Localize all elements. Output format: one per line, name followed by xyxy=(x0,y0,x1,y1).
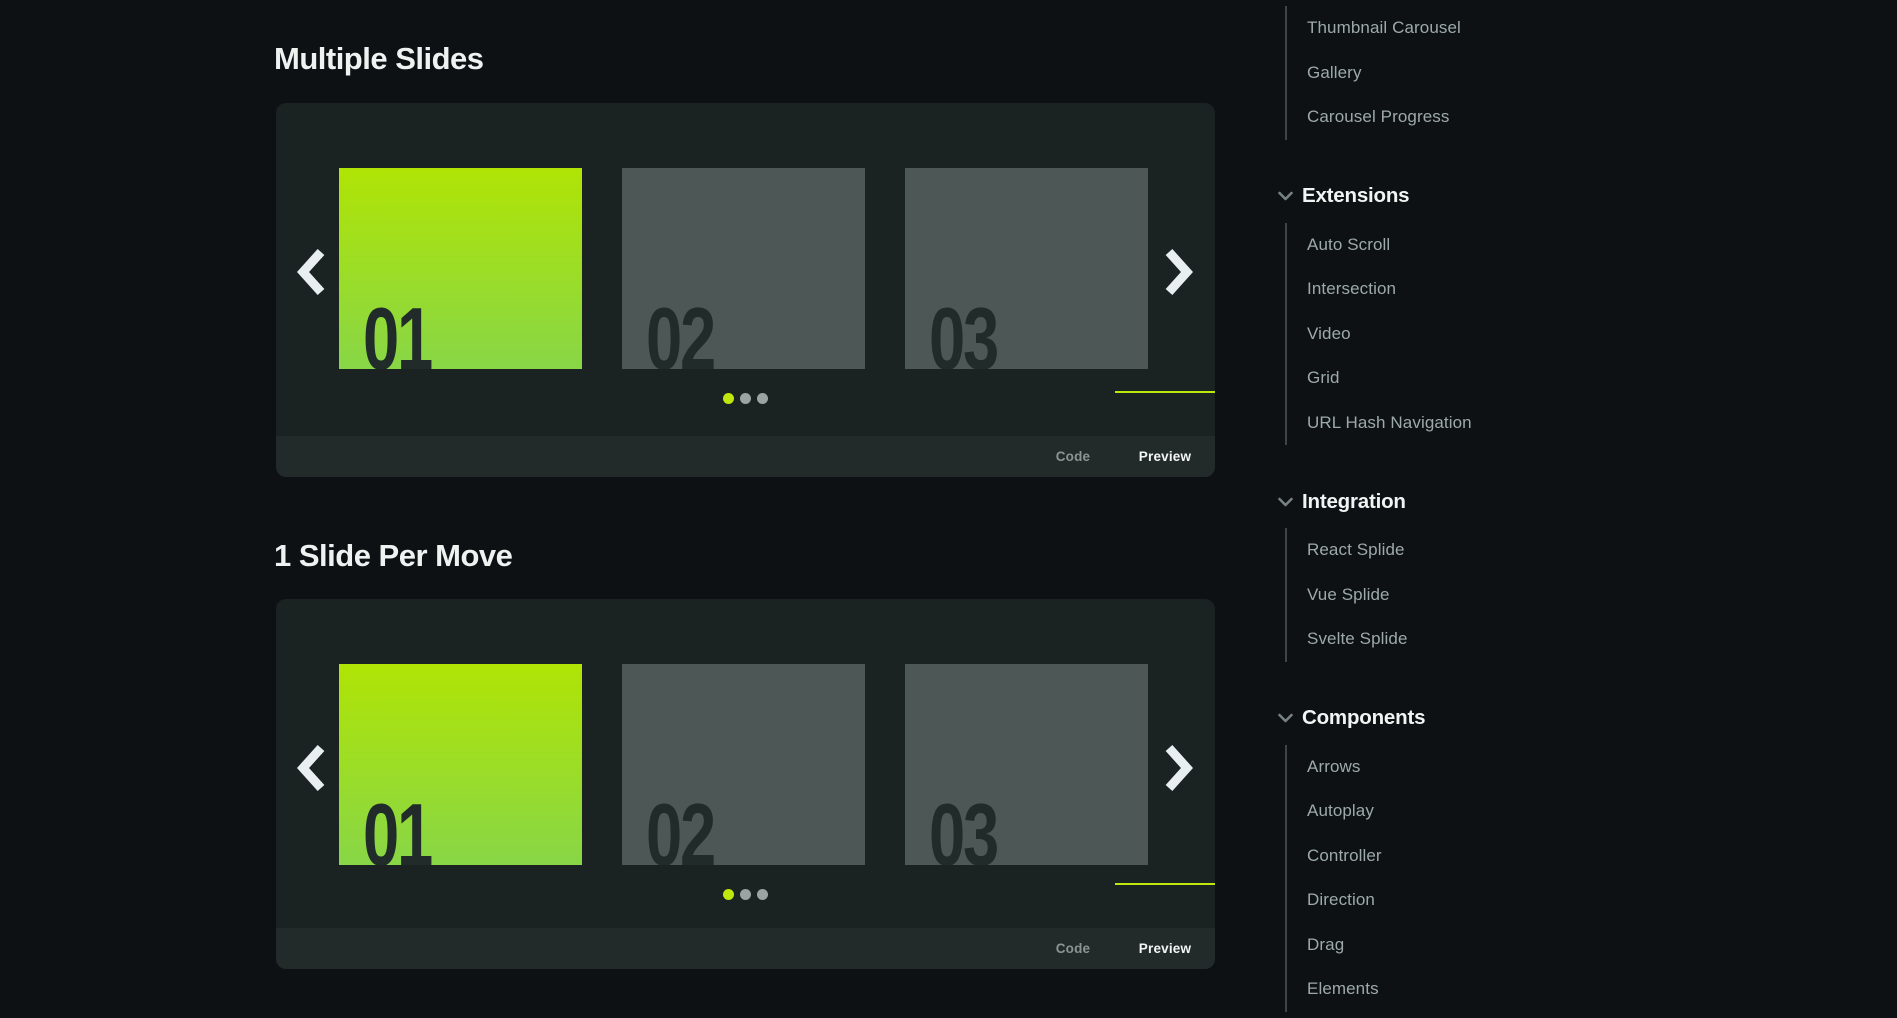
chevron-down-icon xyxy=(1278,191,1293,201)
sidebar-item-svelte-splide[interactable]: Svelte Splide xyxy=(1307,629,1408,649)
sidebar-item-react-splide[interactable]: React Splide xyxy=(1307,540,1405,560)
slide-number: 01 xyxy=(363,295,431,369)
list-item: Autoplay xyxy=(1307,789,1690,834)
list-item: Svelte Splide xyxy=(1307,617,1690,662)
sidebar-item-thumbnail-carousel[interactable]: Thumbnail Carousel xyxy=(1307,18,1461,38)
pagination-dot-2[interactable] xyxy=(740,889,751,900)
sidebar-list-extensions: Auto Scroll Intersection Video Grid URL … xyxy=(1285,223,1690,446)
sidebar-item-elements[interactable]: Elements xyxy=(1307,979,1379,999)
list-item: Elements xyxy=(1307,967,1690,1012)
splide-docs-page: Multiple Slides 01 02 03 xyxy=(0,0,1897,1018)
sidebar-item-drag[interactable]: Drag xyxy=(1307,935,1344,955)
pagination-dot-2[interactable] xyxy=(740,393,751,404)
sidebar-item-auto-scroll[interactable]: Auto Scroll xyxy=(1307,235,1390,255)
list-item: Drag xyxy=(1307,923,1690,968)
code-preview-tabbar: Code Preview xyxy=(276,928,1215,969)
sidebar-section-heading-extensions[interactable]: Extensions xyxy=(1270,174,1690,219)
demo-title-multiple-slides: Multiple Slides xyxy=(274,42,484,76)
carousel-slide-2[interactable]: 02 xyxy=(622,664,865,865)
sidebar-item-video[interactable]: Video xyxy=(1307,324,1351,344)
sidebar-item-vue-splide[interactable]: Vue Splide xyxy=(1307,585,1390,605)
sidebar-section-integration: Integration React Splide Vue Splide Svel… xyxy=(1270,479,1690,662)
chevron-left-icon xyxy=(297,249,325,295)
carousel-pagination xyxy=(276,889,1215,900)
chevron-left-icon xyxy=(297,745,325,791)
carousel-pagination xyxy=(276,393,1215,404)
list-item: Arrows xyxy=(1307,745,1690,790)
sidebar-section-heading-integration[interactable]: Integration xyxy=(1270,479,1690,524)
demo-title-one-slide-per-move: 1 Slide Per Move xyxy=(274,539,512,573)
active-tab-indicator xyxy=(1115,883,1215,885)
carousel-next-button[interactable] xyxy=(1165,249,1193,295)
carousel-stage: 01 02 03 xyxy=(276,599,1215,928)
carousel-slide-3[interactable]: 03 xyxy=(905,664,1148,865)
carousel-slide-1[interactable]: 01 xyxy=(339,168,582,369)
sidebar-item-arrows[interactable]: Arrows xyxy=(1307,757,1361,777)
slide-number: 01 xyxy=(363,791,431,865)
slide-number: 02 xyxy=(646,791,714,865)
section-title: Integration xyxy=(1302,490,1406,514)
carousel-slide-2[interactable]: 02 xyxy=(622,168,865,369)
active-tab-indicator xyxy=(1115,391,1215,393)
code-preview-tabbar: Code Preview xyxy=(276,436,1215,477)
chevron-down-icon xyxy=(1278,713,1293,723)
list-item: Thumbnail Carousel xyxy=(1307,6,1690,51)
carousel-track: 01 02 03 xyxy=(339,168,1148,369)
sidebar-item-intersection[interactable]: Intersection xyxy=(1307,279,1396,299)
demo-panel-multiple-slides: 01 02 03 Code xyxy=(276,103,1215,477)
list-item: Direction xyxy=(1307,878,1690,923)
chevron-right-icon xyxy=(1165,745,1193,791)
sidebar-list-components: Arrows Autoplay Controller Direction Dra… xyxy=(1285,745,1690,1012)
carousel-track: 01 02 03 xyxy=(339,664,1148,865)
list-item: Vue Splide xyxy=(1307,573,1690,618)
pagination-dot-3[interactable] xyxy=(757,889,768,900)
demo-panel-one-slide-per-move: 01 02 03 Code xyxy=(276,599,1215,969)
tab-preview[interactable]: Preview xyxy=(1115,436,1215,477)
sidebar-item-url-hash-navigation[interactable]: URL Hash Navigation xyxy=(1307,413,1472,433)
list-item: Carousel Progress xyxy=(1307,95,1690,140)
pagination-dot-1[interactable] xyxy=(723,889,734,900)
pagination-dot-3[interactable] xyxy=(757,393,768,404)
list-item: Auto Scroll xyxy=(1307,223,1690,268)
sidebar-list-examples: Thumbnail Carousel Gallery Carousel Prog… xyxy=(1285,6,1690,140)
tab-preview[interactable]: Preview xyxy=(1115,928,1215,969)
slide-number: 03 xyxy=(929,295,997,369)
section-title: Components xyxy=(1302,706,1425,730)
list-item: URL Hash Navigation xyxy=(1307,401,1690,446)
carousel-prev-button[interactable] xyxy=(297,249,325,295)
sidebar-item-controller[interactable]: Controller xyxy=(1307,846,1382,866)
sidebar-list-integration: React Splide Vue Splide Svelte Splide xyxy=(1285,528,1690,662)
tab-code[interactable]: Code xyxy=(1031,928,1115,969)
chevron-down-icon xyxy=(1278,497,1293,507)
sidebar-item-grid[interactable]: Grid xyxy=(1307,368,1340,388)
sidebar-section-heading-components[interactable]: Components xyxy=(1270,696,1690,741)
list-item: Grid xyxy=(1307,356,1690,401)
carousel-slide-1[interactable]: 01 xyxy=(339,664,582,865)
tab-code[interactable]: Code xyxy=(1031,436,1115,477)
docs-sidebar: Thumbnail Carousel Gallery Carousel Prog… xyxy=(1270,0,1690,1012)
slide-number: 02 xyxy=(646,295,714,369)
pagination-dot-1[interactable] xyxy=(723,393,734,404)
list-item: Gallery xyxy=(1307,51,1690,96)
sidebar-section-extensions: Extensions Auto Scroll Intersection Vide… xyxy=(1270,174,1690,446)
list-item: Video xyxy=(1307,312,1690,357)
sidebar-section-components: Components Arrows Autoplay Controller Di… xyxy=(1270,696,1690,1012)
list-item: Controller xyxy=(1307,834,1690,879)
slide-number: 03 xyxy=(929,791,997,865)
carousel-next-button[interactable] xyxy=(1165,745,1193,791)
chevron-right-icon xyxy=(1165,249,1193,295)
list-item: React Splide xyxy=(1307,528,1690,573)
carousel-slide-3[interactable]: 03 xyxy=(905,168,1148,369)
carousel-stage: 01 02 03 xyxy=(276,103,1215,436)
sidebar-item-carousel-progress[interactable]: Carousel Progress xyxy=(1307,107,1449,127)
carousel-prev-button[interactable] xyxy=(297,745,325,791)
sidebar-item-direction[interactable]: Direction xyxy=(1307,890,1375,910)
section-title: Extensions xyxy=(1302,184,1409,208)
sidebar-item-autoplay[interactable]: Autoplay xyxy=(1307,801,1374,821)
sidebar-item-gallery[interactable]: Gallery xyxy=(1307,63,1362,83)
list-item: Intersection xyxy=(1307,267,1690,312)
